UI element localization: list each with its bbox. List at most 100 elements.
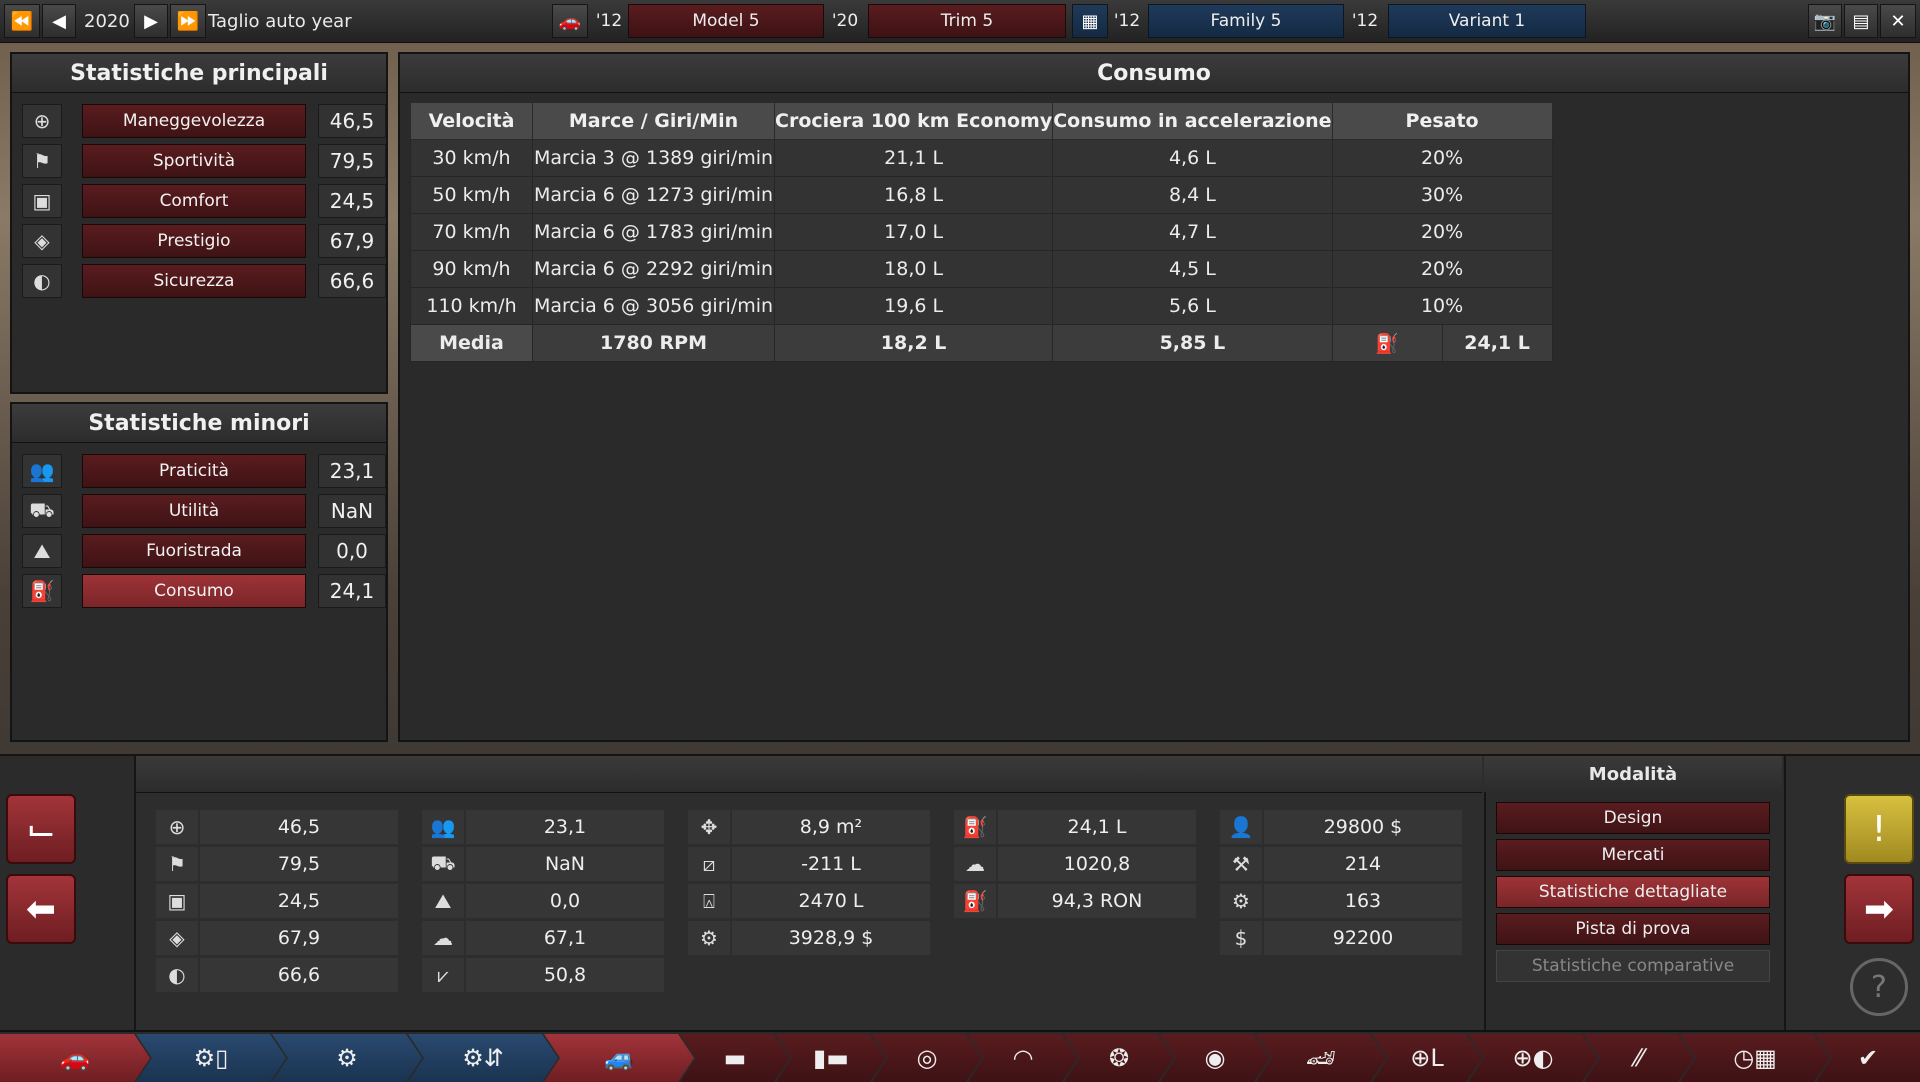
summary-value: 79,5 [200,847,398,881]
nav-aero-icon[interactable]: 🏎 [1256,1034,1386,1082]
table-cell: 20% [1331,139,1553,177]
crash-test-icon: ◐ [22,264,62,298]
nav-suspension-icon[interactable]: ◠ [968,1034,1078,1082]
average-weighted: 24,1 L [1441,324,1553,362]
family-selector[interactable]: Family 5 [1148,4,1344,38]
nav-drivetrain-icon[interactable]: ◎ [872,1034,982,1082]
nav-engine-tune-icon[interactable]: ⚙⇵ [408,1034,558,1082]
summary-value: 214 [1264,847,1462,881]
model-selector[interactable]: Model 5 [628,4,824,38]
nav-wheels-icon[interactable]: ❂ [1064,1034,1174,1082]
summary-value: 1020,8 [998,847,1196,881]
variant-selector[interactable]: Variant 1 [1388,4,1586,38]
back-arrow-icon[interactable]: ⬅ [6,874,76,944]
trim-year: '20 [831,11,859,31]
maneggevolezza-value: 46,5 [318,104,386,138]
stat-row-consumo: ⛽ Consumo 24,1 [22,574,387,608]
rewind-icon[interactable]: ⏪ [4,4,40,38]
comfort-button[interactable]: Comfort [82,184,306,218]
seat-icon: ▣ [156,884,198,918]
spreadsheet-icon[interactable]: ▤ [1844,4,1878,38]
consumo-table: Velocità Marce / Giri/Min Crociera 100 k… [410,102,1553,362]
table-cell: Marcia 6 @ 1783 giri/min [532,213,775,251]
utilita-button[interactable]: Utilità [82,494,306,528]
truck-icon: ⛟ [422,847,464,881]
mode-statistiche-dettagliate-button[interactable]: Statistiche dettagliate [1496,876,1770,908]
nav-testing-icon[interactable]: ◷▦ [1680,1034,1830,1082]
diamond-icon: ◈ [156,921,198,955]
average-row: Media 1780 RPM 18,2 L 5,85 L ⛽ 24,1 L [410,324,1553,362]
seat-icon: ▣ [22,184,62,218]
nav-safety-icon[interactable]: ⊕◐ [1468,1034,1598,1082]
mode-pista-di-prova-button[interactable]: Pista di prova [1496,913,1770,945]
table-row: 90 km/h Marcia 6 @ 2292 giri/min 18,0 L … [410,250,1553,288]
table-cell: 20% [1331,213,1553,251]
summary-value: 66,6 [200,958,398,992]
crash-test-icon: ◐ [156,958,198,992]
forward-arrow-icon[interactable]: ➡ [1844,874,1914,944]
camera-icon[interactable]: 📷 [1808,4,1842,38]
header-marce: Marce / Giri/Min [532,102,775,140]
table-cell: 70 km/h [410,213,533,251]
nav-finish-check-icon[interactable]: ✔ [1816,1034,1920,1082]
table-cell: Marcia 3 @ 1389 giri/min [532,139,775,177]
table-row: 50 km/h Marcia 6 @ 1273 giri/min 16,8 L … [410,176,1553,214]
consumo-button[interactable]: Consumo [82,574,306,608]
next-year-icon[interactable]: ▶ [134,4,168,38]
nav-engine-parts-icon[interactable]: ⚙ [272,1034,422,1082]
summary-header [136,756,1482,793]
fuoristrada-button[interactable]: Fuoristrada [82,534,306,568]
table-cell: 16,8 L [773,176,1054,214]
nav-gearbox-icon[interactable]: ▮▬ [776,1034,886,1082]
close-icon[interactable]: ✕ [1880,4,1916,38]
engine-icon[interactable]: ▦ [1072,4,1108,38]
car-body-icon[interactable]: 🚗 [552,4,588,38]
fuoristrada-value: 0,0 [318,534,386,568]
suspension-chart-icon[interactable]: ⌙ [6,794,76,864]
prestigio-button[interactable]: Prestigio [82,224,306,258]
passenger-volume-icon: ⍓ [688,884,730,918]
utilita-value: NaN [318,494,386,528]
maneggevolezza-button[interactable]: Maneggevolezza [82,104,306,138]
fuel-can-icon: ⛽ [954,810,996,844]
nav-fixtures-icon[interactable]: ⚙▯ [136,1034,286,1082]
production-units-icon: ⚒ [1220,847,1262,881]
header-pesato: Pesato [1331,102,1553,140]
sportivita-button[interactable]: Sportività [82,144,306,178]
praticita-value: 23,1 [318,454,386,488]
stat-row-comfort: ▣ Comfort 24,5 [22,184,387,218]
summary-value: 3928,9 $ [732,921,930,955]
table-row: 110 km/h Marcia 6 @ 3056 giri/min 19,6 L… [410,287,1553,325]
summary-value: 2470 L [732,884,930,918]
passengers-icon: 👥 [422,810,464,844]
average-label: Media [410,324,533,362]
summary-value: 50,8 [466,958,664,992]
sicurezza-button[interactable]: Sicurezza [82,264,306,298]
mode-design-button[interactable]: Design [1496,802,1770,834]
trim-selector[interactable]: Trim 5 [868,4,1066,38]
fast-forward-icon[interactable]: ⏩ [170,4,206,38]
warning-icon[interactable]: ! [1844,794,1914,864]
nav-interior-icon[interactable]: ▬ [680,1034,790,1082]
average-cruise: 18,2 L [773,324,1054,362]
nav-brakes-icon[interactable]: ◉ [1160,1034,1270,1082]
table-cell: 20% [1331,250,1553,288]
reliability-icon: ⩗ [422,958,464,992]
table-cell: Marcia 6 @ 2292 giri/min [532,250,775,288]
nav-body-icon[interactable]: 🚗 [0,1034,150,1082]
stat-row-sportivita: ⚑ Sportività 79,5 [22,144,387,178]
taglio-auto-year-label: Taglio auto year [208,10,352,32]
stat-row-praticita: 👥 Praticità 23,1 [22,454,387,488]
dollar-icon: $ [1220,921,1262,955]
nav-trim-icon[interactable]: 🚙 [544,1034,694,1082]
praticita-button[interactable]: Praticità [82,454,306,488]
help-icon[interactable]: ? [1850,958,1908,1016]
summary-value: NaN [466,847,664,881]
nav-steering-icon[interactable]: ⊕L [1372,1034,1482,1082]
mode-statistiche-comparative-button[interactable]: Statistiche comparative [1496,950,1770,982]
prev-year-icon[interactable]: ◀ [42,4,76,38]
mode-mercati-button[interactable]: Mercati [1496,839,1770,871]
model-year: '12 [595,11,623,31]
nav-tuning-icon[interactable]: ⁄⁄ [1584,1034,1694,1082]
checkered-flag-icon: ⚑ [22,144,62,178]
